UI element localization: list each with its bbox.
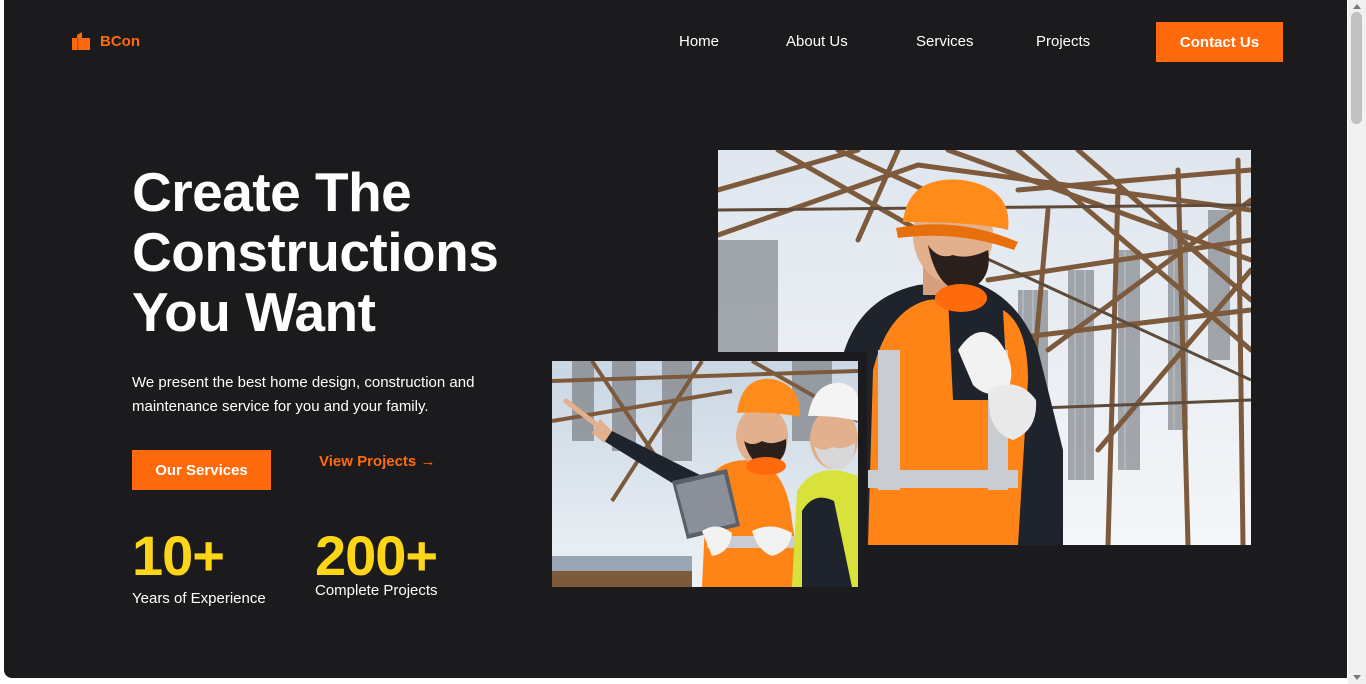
nav-link-home[interactable]: Home <box>679 33 719 50</box>
stat-experience: 10+ Years of Experience <box>132 524 266 608</box>
stat-value: 10+ <box>132 524 225 587</box>
scroll-down-icon[interactable] <box>1353 675 1361 680</box>
contact-us-button[interactable]: Contact Us <box>1156 22 1283 62</box>
scrollbar-thumb[interactable] <box>1351 12 1362 124</box>
hero-description: We present the best home design, constru… <box>132 374 475 415</box>
vertical-scrollbar[interactable] <box>1348 0 1366 684</box>
our-services-button[interactable]: Our Services <box>132 450 271 490</box>
window-bottom-edge <box>0 678 1348 684</box>
building-icon <box>72 32 90 50</box>
hero-title-line: Create The <box>132 161 412 223</box>
hero-title-line: Constructions <box>132 221 499 283</box>
view-projects-link[interactable]: View Projects → <box>319 453 435 470</box>
nav-link-about[interactable]: About Us <box>786 33 848 50</box>
nav-link-services[interactable]: Services <box>916 33 974 50</box>
brand-logo[interactable]: BCon <box>71 31 140 51</box>
page-viewport: BCon Home About Us Services Projects Con… <box>4 0 1347 678</box>
project-photo-team <box>549 352 867 596</box>
stat-projects: 200+ Complete Projects <box>315 524 438 600</box>
stat-label: Years of Experience <box>132 590 266 607</box>
scroll-up-icon[interactable] <box>1353 4 1361 9</box>
stat-value: 200+ <box>315 524 438 587</box>
hero-title-line: You Want <box>132 281 376 343</box>
brand-name: BCon <box>100 32 140 50</box>
hero-title: Create The Constructions You Want <box>132 162 572 342</box>
nav-link-projects[interactable]: Projects <box>1036 33 1090 50</box>
stat-label: Complete Projects <box>315 582 438 599</box>
